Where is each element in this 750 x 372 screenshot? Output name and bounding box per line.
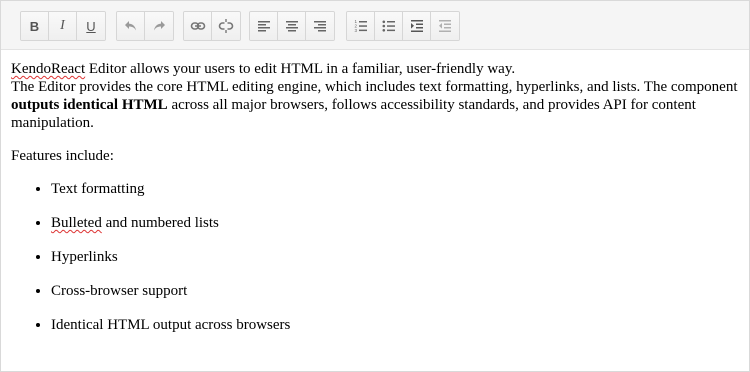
features-heading: Features include: (11, 148, 114, 164)
outdent-button[interactable] (431, 12, 459, 40)
align-center-button[interactable] (278, 12, 306, 40)
editor-toolbar: B I U 1 2 3 (1, 1, 749, 50)
ordered-list-icon: 123 (354, 19, 367, 33)
align-right-button[interactable] (306, 12, 334, 40)
align-center-icon (285, 21, 298, 32)
indent-button[interactable] (403, 12, 431, 40)
unordered-list-button[interactable] (375, 12, 403, 40)
intro-line1-text: Editor allows your users to edit HTML in… (85, 61, 516, 77)
list-indent-group: 123 (346, 11, 460, 41)
list-item-rest: and numbered lists (101, 215, 219, 231)
svg-text:3: 3 (354, 28, 357, 33)
editor-content-area[interactable]: KendoReact Editor allows your users to e… (1, 50, 749, 334)
indent-icon (410, 20, 423, 32)
unlink-button[interactable] (212, 12, 240, 40)
list-item: Bulleted and numbered lists (51, 214, 739, 232)
redo-button[interactable] (145, 12, 173, 40)
undo-icon (124, 21, 136, 31)
align-right-icon (314, 21, 326, 32)
unlink-icon (218, 19, 234, 33)
list-item: Identical HTML output across browsers (51, 316, 739, 334)
ordered-list-button[interactable]: 123 (347, 12, 375, 40)
list-item: Hyperlinks (51, 248, 739, 266)
unordered-list-icon (382, 20, 395, 32)
italic-icon: I (60, 18, 65, 33)
intro-paragraph: KendoReact Editor allows your users to e… (11, 60, 739, 132)
alignment-group (249, 11, 335, 41)
editor: B I U 1 2 3 KendoReact Editor allows you… (0, 0, 750, 372)
intro-line2-text: The Editor provides the core HTML editin… (11, 79, 738, 95)
history-group (116, 11, 174, 41)
list-item-misspelled-word: Bulleted (51, 215, 102, 231)
link-icon (190, 22, 205, 30)
bold-phrase: outputs identical HTML (11, 97, 168, 113)
undo-button[interactable] (117, 12, 145, 40)
align-left-button[interactable] (250, 12, 278, 40)
redo-icon (154, 21, 165, 31)
underline-icon: U (86, 18, 96, 34)
underline-button[interactable]: U (77, 12, 105, 40)
link-group (183, 11, 241, 41)
product-name: KendoReact (11, 61, 86, 77)
italic-button[interactable]: I (49, 12, 77, 40)
bold-button[interactable]: B (21, 12, 49, 40)
list-item: Text formatting (51, 180, 739, 198)
outdent-icon (439, 20, 451, 32)
insert-link-button[interactable] (184, 12, 212, 40)
list-item: Cross-browser support (51, 282, 739, 300)
features-list: Text formatting Bulleted and numbered li… (11, 180, 739, 334)
bold-icon: B (29, 18, 40, 34)
align-left-icon (257, 21, 270, 32)
text-style-group: B I U (20, 11, 106, 41)
